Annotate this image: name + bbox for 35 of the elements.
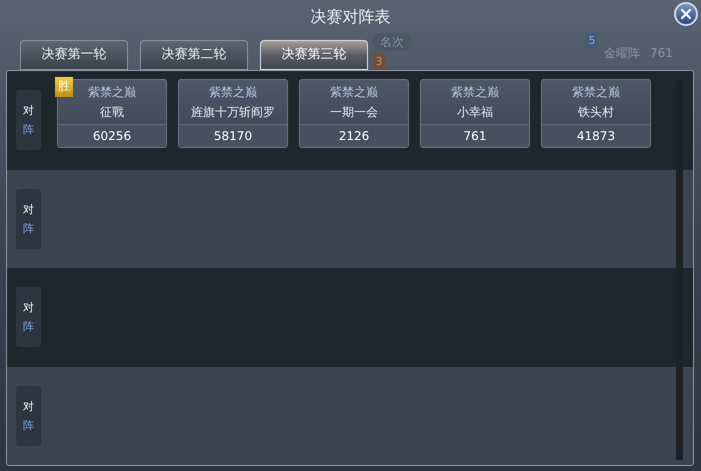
team-score: 60256 [58,124,166,147]
team-score: 761 [650,45,673,62]
server-name: 紫禁之巅 [572,84,620,101]
team-score: 761 [421,124,529,147]
close-button[interactable] [674,2,698,26]
label-char: 对 [23,398,34,415]
rank-badge: 5 [586,33,598,49]
scrollbar[interactable] [676,80,683,460]
team-score: 58170 [179,124,287,147]
team-name: 金曜阵 [604,45,640,62]
label-char: 对 [23,202,34,218]
winner-badge: 胜 [55,76,73,97]
server-name: 紫禁之巅 [330,84,378,101]
label-char: 阵 [23,122,34,138]
team-name: 一期一会 [330,104,378,121]
label-char: 对 [23,300,34,316]
server-name: 紫禁之巅 [451,84,499,101]
team-score: 41873 [542,124,650,147]
label-char: 阵 [23,220,34,237]
tab[interactable]: 决赛第二轮 [140,40,248,70]
label-char: 对 [23,103,34,120]
tab[interactable]: 决赛第三轮 [260,40,368,70]
close-icon [681,9,691,19]
team-name: 铁头村 [578,104,614,121]
tab[interactable]: 决赛第一轮 [20,40,128,70]
server-name: 紫禁之巅 [88,84,136,101]
label-char: 阵 [23,418,34,434]
window-title: 决赛对阵表 [310,6,392,28]
rank-badge: 3 [373,54,385,70]
team-name: 征戰 [100,104,124,121]
team-name: 小幸福 [457,104,493,121]
team-name: 旌旗十万斩阎罗 [191,104,275,121]
team-score: 2126 [300,124,408,147]
server-name: 紫禁之巅 [209,84,257,101]
label-char: 阵 [23,319,34,336]
